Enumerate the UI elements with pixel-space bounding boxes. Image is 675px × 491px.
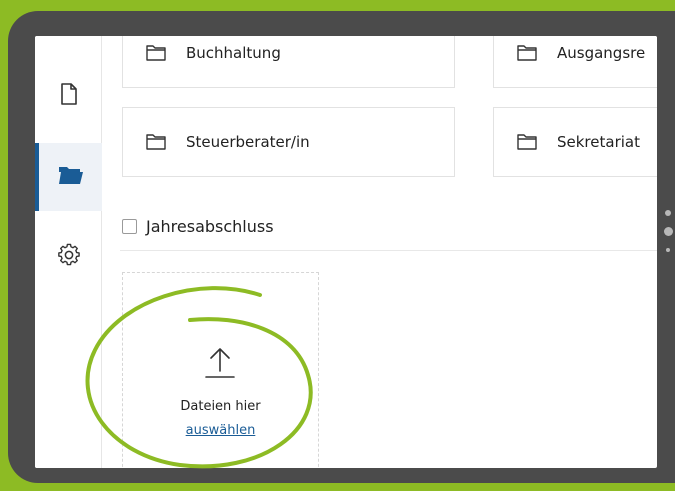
side-indicator	[663, 210, 675, 260]
folder-outline-icon	[146, 134, 166, 150]
sidebar-item-folders[interactable]	[35, 143, 102, 211]
indicator-dot	[664, 227, 673, 236]
sidebar-item-settings[interactable]	[35, 223, 102, 291]
folder-label: Ausgangsre	[557, 44, 646, 62]
folder-label: Sekretariat	[557, 133, 640, 151]
folder-card[interactable]: Buchhaltung	[122, 36, 455, 88]
section-checkbox[interactable]	[122, 219, 137, 234]
divider	[120, 250, 657, 251]
sidebar	[35, 36, 102, 468]
folder-label: Buchhaltung	[186, 44, 281, 62]
document-icon	[60, 83, 78, 109]
folder-icon	[58, 165, 84, 189]
sidebar-item-documents[interactable]	[35, 62, 102, 130]
folder-outline-icon	[146, 45, 166, 61]
indicator-dot	[665, 210, 671, 216]
folder-card[interactable]: Ausgangsre	[493, 36, 657, 88]
section-header: Jahresabschluss	[122, 217, 274, 236]
upload-dropzone[interactable]: Dateien hier auswählen	[122, 272, 319, 468]
main-content: Buchhaltung Ausgangsre Steuerberater/in …	[102, 36, 657, 468]
upload-arrow-icon	[203, 345, 237, 383]
upload-text: Dateien hier	[180, 399, 261, 414]
folder-card[interactable]: Sekretariat	[493, 107, 657, 177]
app-screen: Buchhaltung Ausgangsre Steuerberater/in …	[35, 36, 657, 468]
folder-card[interactable]: Steuerberater/in	[122, 107, 455, 177]
folder-outline-icon	[517, 45, 537, 61]
section-title: Jahresabschluss	[146, 217, 274, 236]
upload-select-link[interactable]: auswählen	[123, 423, 318, 438]
folder-outline-icon	[517, 134, 537, 150]
gear-icon	[57, 243, 81, 271]
indicator-dot	[666, 248, 670, 252]
folder-label: Steuerberater/in	[186, 133, 310, 151]
